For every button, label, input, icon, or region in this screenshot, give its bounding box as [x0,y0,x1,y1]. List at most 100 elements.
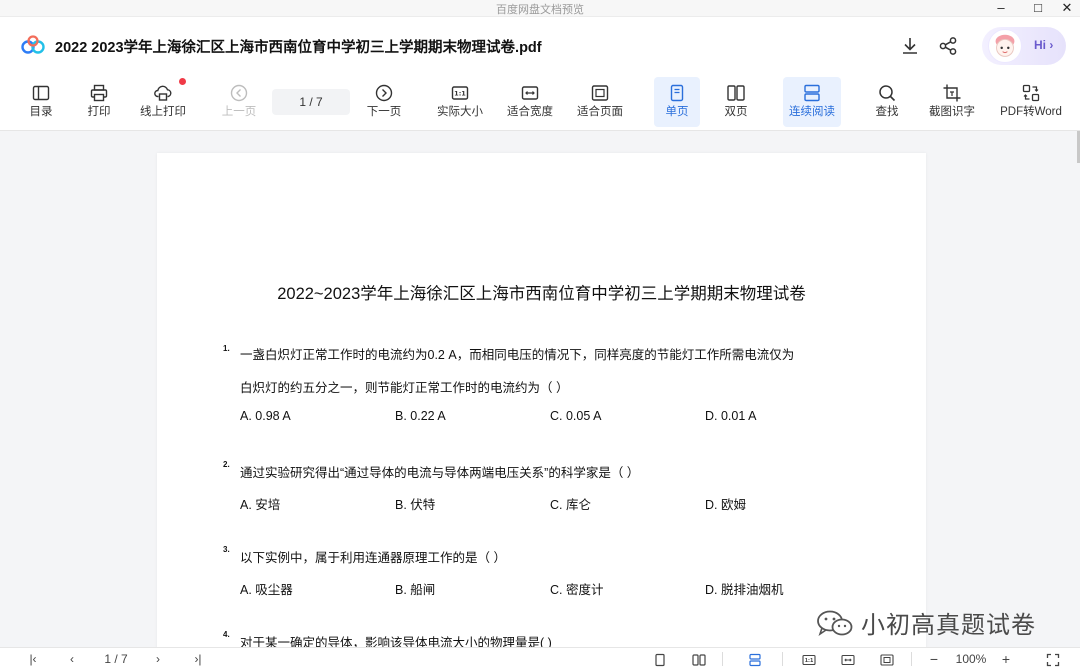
document-page: 2022~2023学年上海徐汇区上海市西南位育中学初三上学期期末物理试卷 1. … [157,153,926,647]
question-number: 2. [223,460,230,469]
screenshot-ocr-button[interactable]: 截图识字 [924,77,980,127]
fit-page-icon [880,654,894,666]
question-text-line: 通过实验研究得出“通过导体的电流与导体两端电压关系”的科学家是（ ） [240,466,640,480]
actual-size-icon: 1:1 [802,654,816,665]
window-title-bar: 百度网盘文档预览 – □ ✕ [0,0,1080,17]
next-page-label: 下一页 [366,106,402,118]
next-page-button[interactable]: 下一页 [363,77,405,127]
file-name: 2022 2023学年上海徐汇区上海市西南位育中学初三上学期期末物理试卷.pdf [55,40,542,56]
watermark-text: 小初高真题试卷 [861,612,1036,639]
fit-width-button[interactable]: 适合宽度 [504,77,556,127]
assistant-greeting: Hi › [1034,38,1054,52]
print-button[interactable]: 打印 [80,77,118,127]
actual-size-icon: 1:1 [451,86,469,100]
divider [722,652,723,666]
download-icon[interactable] [899,35,921,57]
question-text-line: 以下实例中，属于利用连通器原理工作的是（ ） [240,551,506,565]
cloud-print-icon [154,85,172,101]
next-page-icon [375,84,393,102]
wechat-icon [817,610,853,636]
baidu-netdisk-logo-icon [21,35,45,54]
actual-size-label: 实际大小 [437,106,483,118]
question-option: A. 安培 [240,498,281,512]
divider [911,652,912,666]
screenshot-ocr-icon [943,84,961,102]
double-page-label: 双页 [724,106,748,118]
question-option: D. 脱排油烟机 [705,583,784,597]
bottom-fit-width-button[interactable] [838,651,858,667]
zoom-level: 100% [955,652,987,666]
last-page-button[interactable]: ›| [187,651,209,667]
maximize-button[interactable]: □ [1023,0,1053,17]
first-page-button[interactable]: |‹ [24,651,42,667]
single-page-icon [670,84,684,102]
pdf-to-word-label: PDF转Word [1000,106,1062,118]
single-page-icon [655,653,665,666]
question-text-line: 白炽灯的约五分之一，则节能灯正常工作时的电流约为（ ） [240,381,569,395]
window-title: 百度网盘文档预览 [496,4,584,16]
question-text-line: 对于某一确定的导体，影响该导体电流大小的物理量是( ) [240,636,552,647]
minimize-button[interactable]: – [986,0,1016,17]
bottom-double-page-button[interactable] [689,651,709,667]
single-page-button[interactable]: 单页 [654,77,700,127]
fit-width-label: 适合宽度 [507,106,553,118]
single-page-label: 单页 [665,106,689,118]
prev-page-label: 上一页 [221,106,257,118]
assistant-mascot-icon [995,34,1015,57]
continuous-read-label: 连续阅读 [789,106,835,118]
document-title: 2022~2023学年上海徐汇区上海市西南位育中学初三上学期期末物理试卷 [277,285,806,303]
divider [782,652,783,666]
bottom-status-bar: |‹ ‹ 1 / 7 › ›| 1:1 − 100% + [0,647,1080,669]
bottom-single-page-button[interactable] [651,651,669,667]
bottom-fit-page-button[interactable] [877,651,897,667]
continuous-read-button[interactable]: 连续阅读 [783,77,841,127]
fit-page-button[interactable]: 适合页面 [574,77,626,127]
question-option: D. 0.01 A [705,409,757,423]
question-option: C. 0.05 A [550,409,602,423]
bottom-actual-size-button[interactable]: 1:1 [799,651,819,667]
zoom-in-button[interactable]: + [997,651,1015,667]
assistant-avatar [988,29,1022,63]
continuous-icon [749,653,761,666]
double-page-icon [727,85,745,101]
question-option: D. 欧姆 [705,498,746,512]
fullscreen-button[interactable] [1044,651,1062,667]
screenshot-ocr-label: 截图识字 [929,106,975,118]
question-option: B. 0.22 A [395,409,446,423]
question-option: A. 0.98 A [240,409,291,423]
question-number: 1. [223,344,230,353]
double-page-button[interactable]: 双页 [714,77,758,127]
fit-width-icon [841,654,855,665]
question-number: 3. [223,545,230,554]
prev-page-button[interactable]: 上一页 [218,77,260,127]
double-page-icon [692,654,706,666]
find-button[interactable]: 查找 [866,77,908,127]
toc-button[interactable]: 目录 [22,77,60,127]
actual-size-glyph: 1:1 [454,90,466,98]
question-option: C. 库仑 [550,498,591,512]
pdf-to-word-icon [1022,84,1040,102]
fit-page-label: 适合页面 [577,106,623,118]
fit-width-icon [521,86,539,100]
continuous-icon [804,84,820,102]
share-icon[interactable] [937,35,959,57]
actual-size-button[interactable]: 1:1 实际大小 [434,77,486,127]
document-viewport[interactable]: 2022~2023学年上海徐汇区上海市西南位育中学初三上学期期末物理试卷 1. … [0,131,1080,647]
page-indicator-input[interactable]: 1 / 7 [272,89,350,115]
bottom-continuous-button[interactable] [745,651,765,667]
bottom-next-page-button[interactable]: › [149,651,167,667]
online-print-badge-dot [179,78,186,85]
prev-page-icon [230,84,248,102]
online-print-label: 线上打印 [140,106,186,118]
question-option: B. 船闸 [395,583,436,597]
question-option: B. 伏特 [395,498,436,512]
zoom-out-button[interactable]: − [925,651,943,667]
file-header: 2022 2023学年上海徐汇区上海市西南位育中学初三上学期期末物理试卷.pdf… [0,17,1080,73]
toc-icon [32,85,50,101]
close-button[interactable]: ✕ [1052,0,1080,17]
assistant-button[interactable]: Hi › [982,27,1066,65]
pdf-to-word-button[interactable]: PDF转Word [996,77,1066,127]
print-label: 打印 [87,106,111,118]
bottom-prev-page-button[interactable]: ‹ [63,651,81,667]
bottom-actual-size-glyph: 1:1 [805,658,814,664]
